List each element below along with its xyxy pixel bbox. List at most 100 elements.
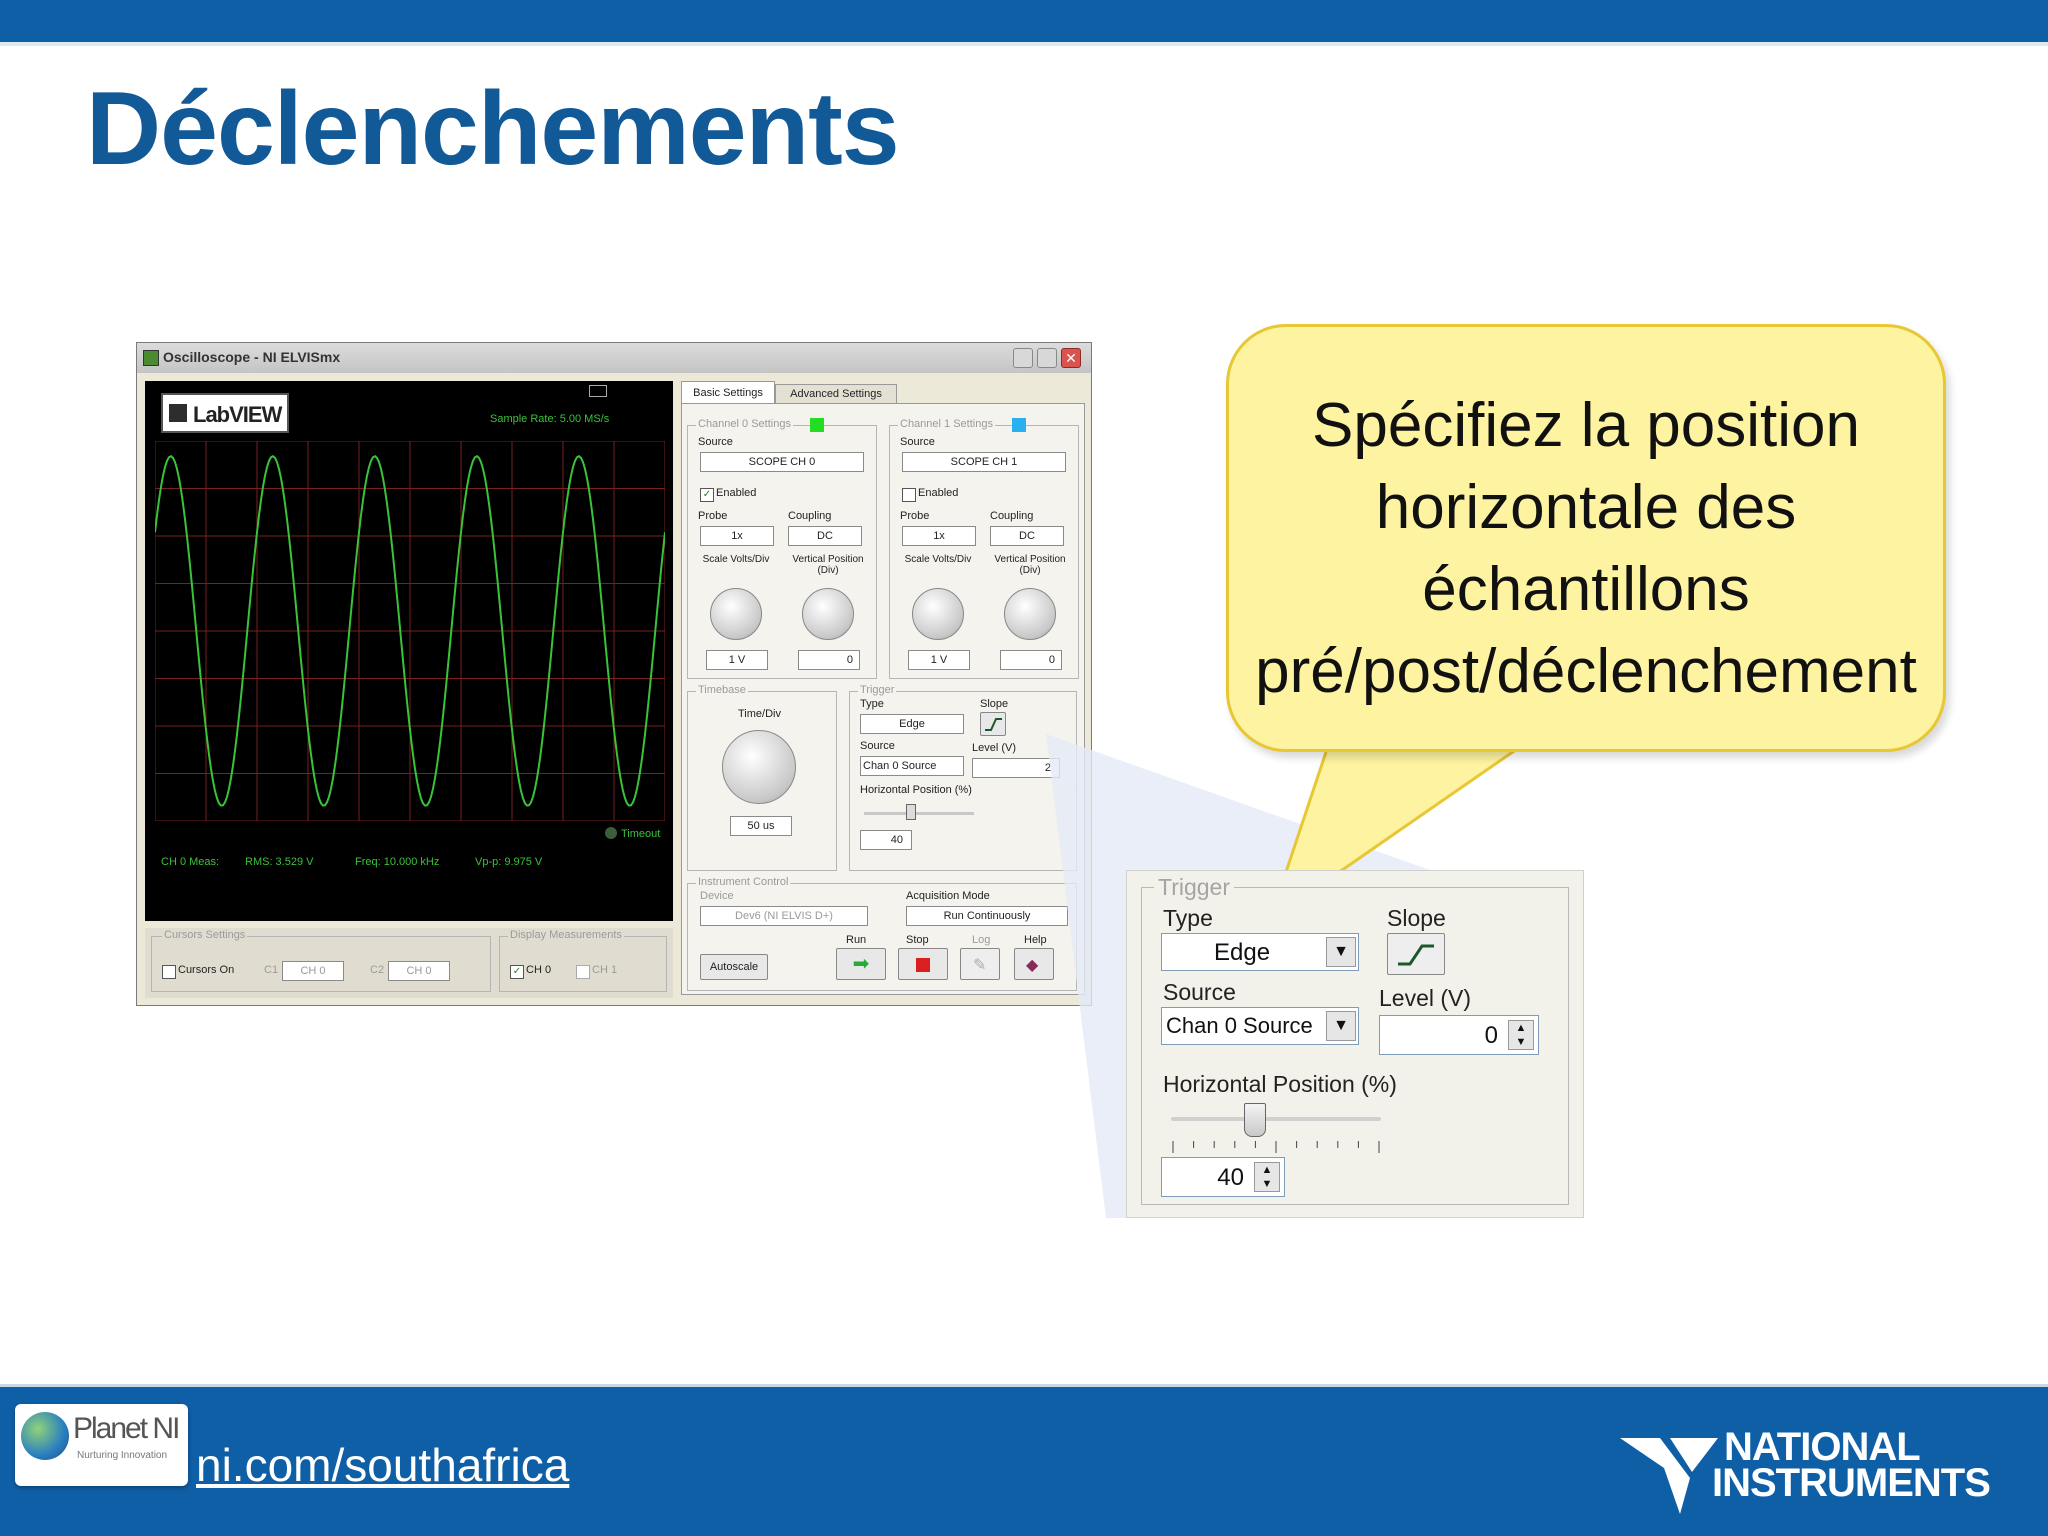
ch0-scale-select[interactable]: 1 V [706, 650, 768, 670]
tab-advanced-settings[interactable]: Advanced Settings [775, 384, 897, 405]
zoom-source-value: Chan 0 Source [1166, 1013, 1313, 1038]
autoscale-button[interactable]: Autoscale [700, 954, 768, 980]
zoom-hpos-slider-thumb[interactable] [1244, 1103, 1266, 1137]
ch1-probe-label: Probe [900, 510, 930, 522]
trigger-hpos-field[interactable]: 40 [860, 830, 912, 850]
zoom-hpos-slider-track[interactable] [1171, 1117, 1381, 1121]
ch1-checkbox[interactable] [576, 965, 590, 979]
log-icon: ✎ [973, 957, 987, 974]
cursors-group-label: Cursors Settings [162, 929, 248, 941]
device-select[interactable]: Dev6 (NI ELVIS D+) [700, 906, 868, 926]
zoom-source-label: Source [1163, 979, 1236, 1005]
ch1-scale-knob[interactable] [912, 588, 964, 640]
ch0-scale-label: Scale Volts/Div [702, 554, 770, 565]
ch1-enabled-checkbox[interactable] [902, 488, 916, 502]
maximize-button[interactable] [1037, 348, 1057, 368]
ch0-scale-knob[interactable] [710, 588, 762, 640]
help-button[interactable]: ◆ [1014, 948, 1054, 980]
window-title: Oscilloscope - NI ELVISmx [163, 349, 341, 365]
chevron-down-icon[interactable]: ▼ [1326, 937, 1356, 967]
graph-menu-icon[interactable] [589, 385, 607, 397]
ni-eagle-icon [1620, 1438, 1718, 1514]
trigger-type-select[interactable]: Edge [860, 714, 964, 734]
c1-label: C1 [264, 964, 279, 976]
trigger-source-label: Source [860, 740, 895, 752]
device-label: Device [700, 890, 734, 902]
trigger-slope-button[interactable] [980, 712, 1006, 736]
level-spinner-icon[interactable]: ▲ ▼ [1508, 1020, 1534, 1050]
display-group-label: Display Measurements [508, 929, 624, 941]
c2-label: C2 [370, 964, 385, 976]
ch0-checkbox[interactable]: ✓ [510, 965, 524, 979]
ch1-probe-select[interactable]: 1x [902, 526, 976, 546]
stop-square-icon [916, 958, 930, 972]
trigger-source-select[interactable]: Chan 0 Source [860, 756, 964, 776]
meas-label: CH 0 Meas: [161, 856, 220, 868]
close-button[interactable]: ✕ [1061, 348, 1081, 368]
ch0-vpos-knob[interactable] [802, 588, 854, 640]
chevron-down-icon[interactable]: ▼ [1326, 1011, 1356, 1041]
tab-basic-settings[interactable]: Basic Settings [681, 381, 775, 404]
acquisition-mode-label: Acquisition Mode [906, 890, 990, 902]
callout-line-1: Spécifiez la position [1312, 391, 1860, 460]
trigger-hpos-label: Horizontal Position (%) [860, 784, 972, 796]
ch0-probe-select[interactable]: 1x [700, 526, 774, 546]
ch1-vpos-knob[interactable] [1004, 588, 1056, 640]
ch0-vpos-field[interactable]: 0 [798, 650, 860, 670]
top-banner-line [0, 42, 2048, 46]
timeout-led [605, 827, 617, 839]
hpos-spinner-icon[interactable]: ▲ ▼ [1254, 1162, 1280, 1192]
c2-select[interactable]: CH 0 [388, 961, 450, 981]
callout-line-4: pré/post/déclenchement [1255, 637, 1917, 706]
ch0-label: CH 0 [526, 964, 552, 976]
zoom-hpos-field[interactable]: 40 ▲ ▼ [1161, 1157, 1285, 1197]
channel0-group-label: Channel 0 Settings [696, 418, 793, 430]
footer-url-link[interactable]: ni.com/southafrica [196, 1438, 569, 1492]
hpos-slider-thumb[interactable] [906, 804, 916, 820]
ch0-coupling-select[interactable]: DC [788, 526, 862, 546]
trigger-level-field[interactable]: 2 [972, 758, 1060, 778]
zoom-type-select[interactable]: Edge ▼ [1161, 933, 1359, 971]
zoom-type-value: Edge [1214, 939, 1271, 966]
channel1-group: Channel 1 Settings Source SCOPE CH 1 Ena… [889, 418, 1079, 679]
meas-vpp: Vp-p: 9.975 V [475, 856, 543, 868]
zoom-source-select[interactable]: Chan 0 Source ▼ [1161, 1007, 1359, 1045]
minimize-button[interactable] [1013, 348, 1033, 368]
c1-select[interactable]: CH 0 [282, 961, 344, 981]
rising-edge-icon [1398, 944, 1434, 966]
timediv-select[interactable]: 50 us [730, 816, 792, 836]
labview-logo-icon [169, 404, 187, 422]
cursors-on-checkbox[interactable] [162, 965, 176, 979]
log-label: Log [972, 934, 991, 946]
window-titlebar: Oscilloscope - NI ELVISmx ✕ [137, 343, 1091, 373]
ch1-coupling-select[interactable]: DC [990, 526, 1064, 546]
zoom-slope-button[interactable] [1387, 933, 1445, 975]
zoom-type-label: Type [1163, 905, 1213, 931]
ch0-source-value: SCOPE CH 0 [748, 456, 816, 468]
zoom-level-label: Level (V) [1379, 985, 1472, 1011]
run-label: Run [846, 934, 867, 946]
ch0-coupling-label: Coupling [788, 510, 832, 522]
app-icon [143, 350, 159, 366]
ch1-scale-select[interactable]: 1 V [908, 650, 970, 670]
ch0-source-select[interactable]: SCOPE CH 0 [700, 452, 864, 472]
ch1-source-label: Source [900, 436, 935, 448]
ch1-enabled-label: Enabled [918, 487, 959, 499]
ch0-enabled-checkbox[interactable]: ✓ [700, 488, 714, 502]
acquisition-mode-select[interactable]: Run Continuously [906, 906, 1068, 926]
cursors-group: Cursors Settings Cursors On C1 CH 0 C2 C… [151, 929, 491, 992]
zoom-level-field[interactable]: 0 ▲ ▼ [1379, 1015, 1539, 1055]
callout-line-2: horizontale des [1375, 473, 1797, 542]
ch1-vpos-field[interactable]: 0 [1000, 650, 1062, 670]
waveform-graph[interactable] [155, 441, 665, 821]
ch1-label: CH 1 [592, 964, 618, 976]
help-label: Help [1024, 934, 1047, 946]
timediv-knob[interactable] [722, 730, 796, 804]
hpos-slider-track[interactable] [864, 812, 974, 815]
stop-button[interactable] [898, 948, 948, 980]
top-banner [0, 0, 2048, 42]
run-arrow-icon: ➡ [852, 953, 870, 975]
run-button[interactable]: ➡ [836, 948, 886, 980]
ch1-source-select[interactable]: SCOPE CH 1 [902, 452, 1066, 472]
log-button[interactable]: ✎ [960, 948, 1000, 980]
